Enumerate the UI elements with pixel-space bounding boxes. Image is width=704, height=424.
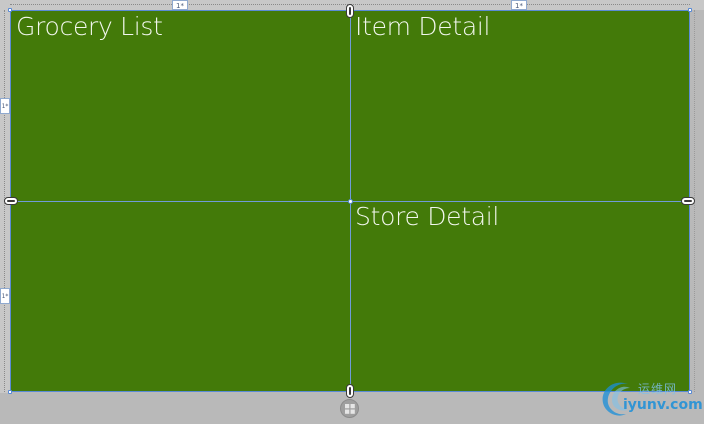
column-2-size-tag[interactable]: 1* [511,0,527,10]
row-2-size-tag[interactable]: 1* [0,288,10,304]
watermark: 运维网 iyunv.com [598,378,703,420]
row-ruler [0,0,10,424]
row-divider-left-handle-icon[interactable] [4,197,18,205]
watermark-site-text: iyunv.com [623,397,703,413]
grid-corner-top-left[interactable] [8,8,12,12]
item-detail-title[interactable]: Item Detail [355,12,491,42]
grid-corner-top-right[interactable] [688,8,692,12]
xaml-designer-surface: 1* 1* 1* 1* Grocery List Item Detail Sto… [0,0,704,424]
grid-intersection-point[interactable] [348,199,353,204]
row-1-size-tag[interactable]: 1* [0,98,10,114]
windows-logo-icon[interactable] [340,399,359,418]
grid-corner-bottom-left[interactable] [8,390,12,394]
watermark-cn-text: 运维网 [638,382,678,396]
grocery-list-title[interactable]: Grocery List [16,12,163,42]
store-detail-title[interactable]: Store Detail [355,202,499,232]
column-1-size-tag[interactable]: 1* [172,0,188,10]
row-divider-right-handle-icon[interactable] [681,197,695,205]
column-divider-bottom-handle-icon[interactable] [346,384,354,398]
column-divider-top-handle-icon[interactable] [346,4,354,18]
